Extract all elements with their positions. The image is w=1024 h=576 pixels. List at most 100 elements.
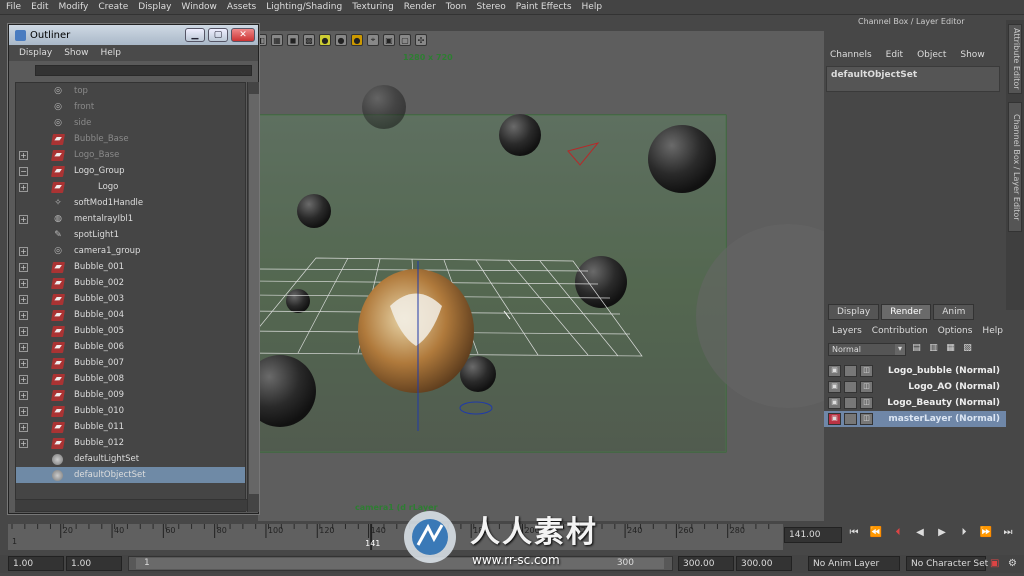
expand-toggle-icon[interactable]: + (19, 358, 28, 368)
maximize-button[interactable]: ▢ (208, 28, 228, 42)
layer-menu-options[interactable]: Options (938, 326, 973, 336)
wireframe-icon[interactable]: ▦ (271, 34, 283, 46)
outliner-item[interactable]: ✎ spotLight1 (16, 227, 245, 243)
outliner-item[interactable]: ◎ front (16, 99, 245, 115)
tab-render[interactable]: Render (881, 304, 932, 320)
preferences-icon[interactable]: ⚙ (1008, 558, 1017, 569)
render-layer-row[interactable]: ▣ ◫ Logo_AO (Normal) (824, 379, 1006, 395)
outliner-filter-field[interactable] (35, 65, 252, 76)
outliner-item[interactable]: + ▰ Bubble_004 (16, 307, 245, 323)
expand-toggle-icon[interactable]: + (19, 422, 28, 432)
menu-stereo[interactable]: Stereo (476, 2, 505, 12)
menu-edit[interactable]: Edit (31, 2, 48, 12)
renderable-toggle-icon[interactable]: ▣ (828, 381, 841, 393)
outliner-item[interactable]: ✧ softMod1Handle (16, 195, 245, 211)
outliner-item[interactable]: defaultLightSet (16, 451, 245, 467)
isolate-icon[interactable]: ⌖ (367, 34, 379, 46)
go-to-end-icon[interactable]: ⏭ (1000, 527, 1016, 543)
animation-start-field[interactable]: 1.00 (8, 556, 64, 571)
minimize-button[interactable]: ▁ (185, 28, 205, 42)
render-settings-icon[interactable]: ▦ (944, 343, 957, 355)
expand-toggle-icon[interactable]: + (19, 150, 28, 160)
layer-menu-contribution[interactable]: Contribution (872, 326, 928, 336)
menu-help[interactable]: Help (582, 2, 603, 12)
light-icon[interactable]: ● (319, 34, 331, 46)
outliner-horizontal-scrollbar[interactable] (15, 499, 247, 511)
outliner-menu-show[interactable]: Show (64, 48, 88, 58)
animation-end-field[interactable]: 300.00 (736, 556, 792, 571)
outliner-item[interactable]: + ▰ Bubble_010 (16, 403, 245, 419)
outliner-item[interactable]: − ▰ Logo_Group (16, 163, 245, 179)
render-settings-icon[interactable]: ◫ (860, 413, 873, 425)
recycle-toggle-icon[interactable] (844, 365, 857, 377)
shadow-icon[interactable]: ● (335, 34, 347, 46)
render-layer-row[interactable]: ▣ ◫ Logo_Beauty (Normal) (824, 395, 1006, 411)
render-settings-icon[interactable]: ◫ (860, 365, 873, 377)
snap-icon[interactable]: ✣ (415, 34, 427, 46)
menu-lighting-shading[interactable]: Lighting/Shading (266, 2, 342, 12)
step-back-key-icon[interactable]: ⏪ (868, 527, 884, 543)
play-backwards-icon[interactable]: ◀ (912, 527, 928, 543)
outliner-vertical-scrollbar[interactable] (247, 82, 259, 512)
menu-texturing[interactable]: Texturing (352, 2, 394, 12)
menu-paint-effects[interactable]: Paint Effects (516, 2, 572, 12)
render-layer-row[interactable]: ▣ ◫ Logo_bubble (Normal) (824, 363, 1006, 379)
outliner-item[interactable]: + ▰ Logo_Base (16, 147, 245, 163)
new-layer-selected-icon[interactable]: ▥ (927, 343, 940, 355)
layer-mode-select[interactable]: Normal ▾ (828, 342, 906, 356)
recycle-toggle-icon[interactable] (844, 397, 857, 409)
outliner-item[interactable]: + ◎ camera1_group (16, 243, 245, 259)
expand-toggle-icon[interactable]: + (19, 310, 28, 320)
outliner-item[interactable]: + ▰ Bubble_001 (16, 259, 245, 275)
expand-toggle-icon[interactable]: + (19, 278, 28, 288)
expand-toggle-icon[interactable]: + (19, 214, 28, 224)
menu-display[interactable]: Display (138, 2, 171, 12)
menu-toon[interactable]: Toon (446, 2, 467, 12)
step-forward-key-icon[interactable]: ⏩ (978, 527, 994, 543)
viewport-panel[interactable] (258, 31, 824, 521)
outliner-item[interactable]: + ▰ Logo (16, 179, 245, 195)
outliner-menu-help[interactable]: Help (100, 48, 121, 58)
step-forward-frame-icon[interactable]: ⏵ (956, 527, 972, 543)
character-set-icon[interactable]: ▣ (990, 558, 999, 569)
playback-start-field[interactable]: 1.00 (66, 556, 122, 571)
render-settings-icon[interactable]: ◫ (860, 381, 873, 393)
go-to-start-icon[interactable]: ⏮ (846, 527, 862, 543)
expand-toggle-icon[interactable]: + (19, 374, 28, 384)
render-settings-icon[interactable]: ◫ (860, 397, 873, 409)
close-button[interactable]: ✕ (231, 28, 255, 42)
current-frame-field[interactable]: 141.00 (784, 527, 842, 543)
selected-object-name[interactable]: defaultObjectSet (826, 66, 1000, 92)
playback-end-field[interactable]: 300.00 (678, 556, 734, 571)
outliner-item[interactable]: defaultObjectSet (16, 467, 245, 483)
play-forwards-icon[interactable]: ▶ (934, 527, 950, 543)
menu-modify[interactable]: Modify (59, 2, 89, 12)
tab-anim[interactable]: Anim (933, 304, 975, 320)
outliner-item[interactable]: ◎ top (16, 83, 245, 99)
step-back-frame-icon[interactable]: ⏴ (890, 527, 906, 543)
expand-toggle-icon[interactable]: + (19, 390, 28, 400)
hypershade-icon[interactable]: ▧ (961, 343, 974, 355)
expand-toggle-icon[interactable]: + (19, 406, 28, 416)
outliner-item[interactable]: + ◍ mentalrayIbl1 (16, 211, 245, 227)
tab-display[interactable]: Display (828, 304, 880, 320)
outliner-titlebar[interactable]: Outliner ▁ ▢ ✕ (9, 25, 258, 45)
texture-icon[interactable]: ▩ (303, 34, 315, 46)
expand-toggle-icon[interactable]: + (19, 438, 28, 448)
xray-icon[interactable]: ▣ (383, 34, 395, 46)
outliner-item[interactable]: + ▰ Bubble_002 (16, 275, 245, 291)
expand-toggle-icon[interactable]: + (19, 182, 28, 192)
channel-menu-show[interactable]: Show (960, 50, 984, 60)
outliner-item[interactable]: + ▰ Bubble_008 (16, 371, 245, 387)
channel-menu-object[interactable]: Object (917, 50, 946, 60)
outliner-item[interactable]: ◎ side (16, 115, 245, 131)
menu-render[interactable]: Render (404, 2, 436, 12)
expand-toggle-icon[interactable]: + (19, 326, 28, 336)
outliner-item[interactable]: + ▰ Bubble_003 (16, 291, 245, 307)
joint-icon[interactable]: ▢ (399, 34, 411, 46)
renderable-toggle-icon[interactable]: ▣ (828, 397, 841, 409)
render-layer-row[interactable]: ▣ ◫ masterLayer (Normal) (824, 411, 1006, 427)
outliner-item[interactable]: + ▰ Bubble_012 (16, 435, 245, 451)
outliner-item[interactable]: ▰ Bubble_Base (16, 131, 245, 147)
expand-toggle-icon[interactable]: + (19, 246, 28, 256)
